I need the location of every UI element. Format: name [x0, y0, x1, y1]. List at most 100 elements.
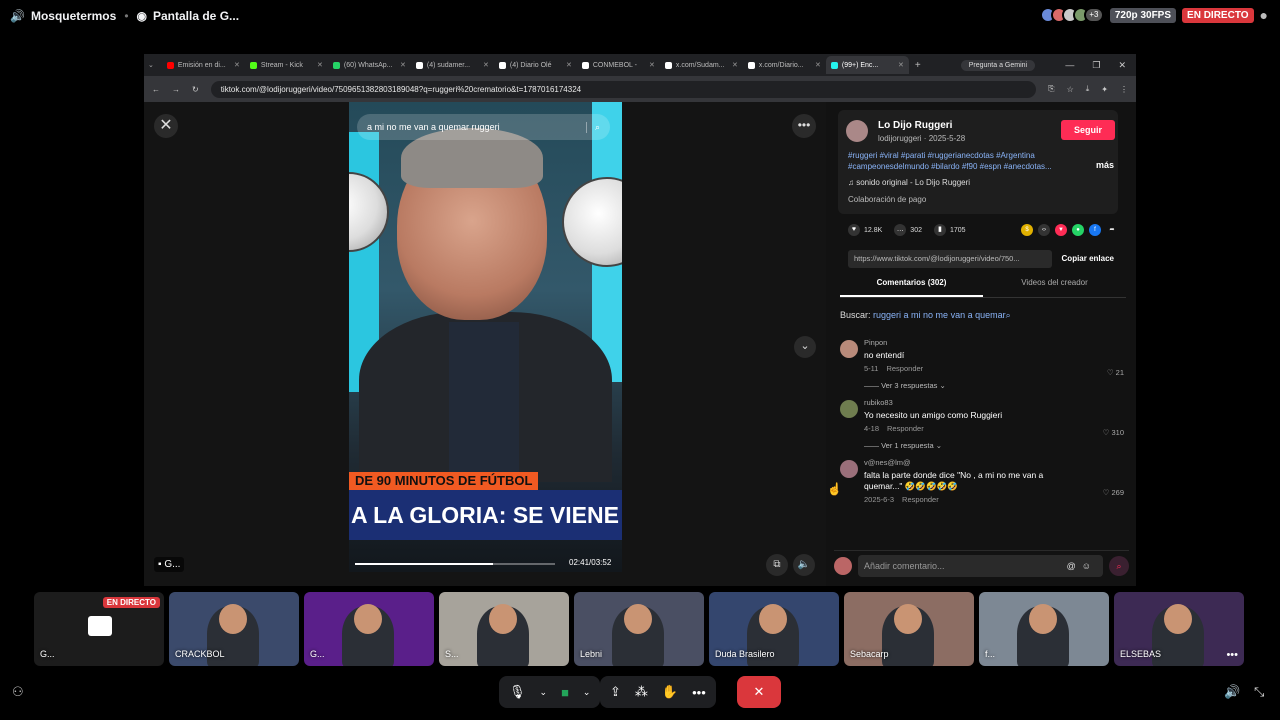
screen-share[interactable]: ⌄ Emisión en di... ✕ Stream - Kick ✕ (60) Wh… [144, 54, 1136, 586]
close-tab-icon[interactable]: ✕ [732, 61, 738, 69]
participant-tile[interactable]: Sebacarp [844, 592, 974, 666]
more-icon[interactable]: ••• [692, 685, 706, 700]
video-progress-bar[interactable] [355, 563, 555, 565]
close-tab-icon[interactable]: ✕ [400, 61, 406, 69]
viewer-avatars[interactable]: +3 [1039, 7, 1104, 23]
close-window-icon[interactable]: ✕ [1118, 60, 1126, 71]
comment-like[interactable]: ♡ 310 [1103, 428, 1124, 437]
post-hashtags[interactable]: #ruggeri #viral #parati #ruggerianecdota… [848, 150, 1073, 172]
participant-tile[interactable]: ELSEBAS ••• [1114, 592, 1244, 666]
browser-tab[interactable]: (60) WhatsAp... ✕ [328, 56, 411, 74]
volume-icon[interactable]: 🔊 [1224, 684, 1240, 700]
save-stat[interactable]: ▮ 1705 [933, 224, 966, 236]
chat-icon[interactable]: ● [1260, 7, 1268, 23]
browser-tab[interactable]: Emisión en di... ✕ [162, 56, 245, 74]
participant-tile[interactable]: G... [304, 592, 434, 666]
new-tab-icon[interactable]: + [915, 60, 921, 71]
translate-icon[interactable]: ⎘ [1048, 84, 1054, 94]
author-name[interactable]: Lo Dijo Ruggeri [878, 120, 952, 131]
soundboard-icon[interactable]: ✋ [662, 684, 678, 700]
author-avatar[interactable] [846, 120, 868, 142]
like-stat[interactable]: ♥ 12.8K [848, 224, 882, 236]
participant-tile[interactable]: EN DIRECTO G... [34, 592, 164, 666]
extensions-icon[interactable]: ✦ [1101, 85, 1108, 94]
close-icon[interactable]: ✕ [154, 114, 178, 138]
gemini-button[interactable]: Pregunta a Gemini [960, 59, 1036, 71]
more-options-icon[interactable]: ••• [792, 114, 816, 138]
comment-input[interactable]: Añadir comentario... @☺ [858, 554, 1103, 577]
comment-like[interactable]: ♡ 269 [1103, 488, 1124, 497]
participant-tile[interactable]: Lebni [574, 592, 704, 666]
coin-icon[interactable]: $ [1021, 224, 1033, 236]
copy-link-button[interactable]: Copiar enlace [1058, 250, 1118, 268]
follow-button[interactable]: Seguir [1061, 120, 1116, 140]
close-tab-icon[interactable]: ✕ [566, 61, 572, 69]
commenter-avatar[interactable] [840, 400, 858, 418]
close-tab-icon[interactable]: ✕ [234, 61, 240, 69]
minimize-icon[interactable]: — [1065, 60, 1074, 71]
commenter-name[interactable]: Pinpon [864, 338, 1130, 347]
browser-tab[interactable]: (99+) Enc... ✕ [825, 56, 909, 74]
stream-header[interactable]: ◉ Pantalla de G... [137, 9, 240, 23]
mention-emoji-icons[interactable]: @☺ [1067, 561, 1097, 571]
video-player[interactable]: ✕ ••• a mi no me van a quemar ruggeri ⌕ … [144, 102, 826, 586]
tab-comments[interactable]: Comentarios (302) [840, 278, 983, 297]
reload-icon[interactable]: ↻ [192, 85, 199, 94]
url-field[interactable]: tiktok.com/@lodijoruggeri/video/75096513… [210, 80, 1037, 98]
commenter-avatar[interactable] [840, 340, 858, 358]
commenter-name[interactable]: v@nes@lm@ [864, 458, 1130, 467]
reply-link[interactable]: Responder [886, 364, 923, 373]
tab-search-icon[interactable]: ⌄ [148, 61, 154, 69]
embed-icon[interactable]: ‹› [1038, 224, 1050, 236]
sound-link[interactable]: ♫ sonido original - Lo Dijo Ruggeri [848, 178, 970, 187]
close-tab-icon[interactable]: ✕ [483, 61, 489, 69]
maximize-icon[interactable]: ❐ [1092, 60, 1100, 71]
activities-icon[interactable]: ⁂ [635, 684, 648, 700]
browser-tab[interactable]: x.com/Diario... ✕ [743, 56, 826, 74]
microphone-icon[interactable]: 🎙 [509, 684, 526, 700]
screen-share-icon[interactable]: ⇪ [610, 684, 621, 700]
fullscreen-exit-icon[interactable]: ⤡ [1254, 684, 1264, 700]
more-icon[interactable]: ••• [1226, 649, 1238, 661]
camera-icon[interactable]: ■ [561, 685, 569, 700]
volume-icon[interactable]: 🔈 [793, 554, 815, 576]
whatsapp-icon[interactable]: ● [1072, 224, 1084, 236]
commenter-avatar[interactable] [840, 460, 858, 478]
share-arrow-icon[interactable]: ➦ [1106, 224, 1118, 236]
add-people-icon[interactable]: ⚇ [12, 684, 24, 700]
browser-tab[interactable]: (4) Diario Olé ✕ [494, 56, 577, 74]
close-tab-icon[interactable]: ✕ [317, 61, 323, 69]
back-icon[interactable]: ← [152, 85, 160, 94]
browser-tab[interactable]: x.com/Sudam... ✕ [660, 56, 743, 74]
pip-icon[interactable]: ⧉ [766, 554, 788, 576]
participant-tile[interactable]: CRACKBOL [169, 592, 299, 666]
browser-tab[interactable]: (4) sudamer... ✕ [411, 56, 494, 74]
video-search-bar[interactable]: a mi no me van a quemar ruggeri ⌕ [357, 114, 610, 140]
stop-stream-button[interactable]: ✕ [737, 676, 781, 708]
participant-tile[interactable]: f... [979, 592, 1109, 666]
close-tab-icon[interactable]: ✕ [815, 61, 821, 69]
search-icon[interactable]: ⌕ [585, 121, 600, 133]
close-tab-icon[interactable]: ✕ [898, 61, 904, 69]
browser-tab[interactable]: CONMEBOL - ✕ [577, 56, 660, 74]
view-replies-link[interactable]: ―― Ver 3 respuestas ⌄ [864, 381, 1130, 390]
facebook-icon[interactable]: f [1089, 224, 1101, 236]
participant-tile[interactable]: S... [439, 592, 569, 666]
zoom-icon[interactable]: ⌕ [1109, 555, 1129, 576]
more-link[interactable]: más [1096, 160, 1114, 170]
reply-link[interactable]: Responder [902, 495, 939, 504]
post-link[interactable]: https://www.tiktok.com/@lodijoruggeri/vi… [848, 250, 1052, 268]
bookmark-icon[interactable]: ☆ [1067, 85, 1074, 94]
comment-like[interactable]: ♡ 21 [1107, 368, 1124, 377]
video-frame[interactable]: a mi no me van a quemar ruggeri ⌕ DE 90 … [349, 102, 622, 572]
search-query-link[interactable]: ruggeri a mi no me van a quemar [873, 310, 1006, 320]
comment-stat[interactable]: … 302 [894, 224, 922, 236]
commenter-name[interactable]: rubiko83 [864, 398, 1130, 407]
close-tab-icon[interactable]: ✕ [649, 61, 655, 69]
chevron-down-icon[interactable]: ⌄ [583, 687, 591, 698]
reply-link[interactable]: Responder [887, 424, 924, 433]
tab-creator-videos[interactable]: Videos del creador [983, 278, 1126, 297]
chevron-down-icon[interactable]: ⌄ [794, 336, 816, 358]
participant-tile[interactable]: Duda Brasilero [709, 592, 839, 666]
download-icon[interactable]: ⤓ [1086, 84, 1090, 94]
